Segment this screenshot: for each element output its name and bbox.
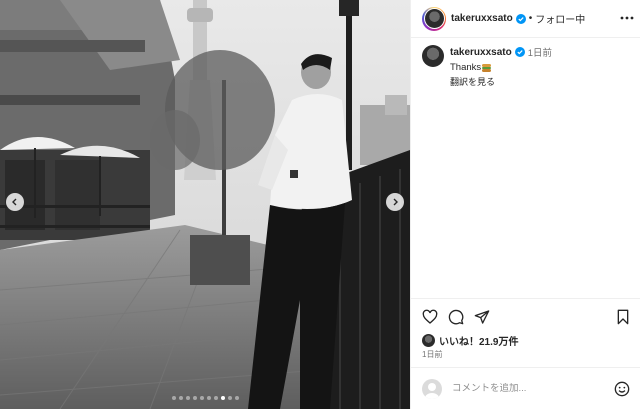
verified-badge-icon <box>515 13 526 24</box>
story-ring[interactable] <box>422 6 446 31</box>
post-header: takeruxxsato • フォロー中 <box>411 0 640 38</box>
caption-block: takeruxxsato 1日前 Thanks 翻訳を見る <box>422 45 552 88</box>
header-separator: • <box>528 13 533 24</box>
burger-emoji-icon <box>482 63 492 72</box>
carousel-dot <box>178 396 183 400</box>
carousel-indicator <box>0 396 410 400</box>
verified-badge-icon <box>514 47 525 57</box>
caption-label: Thanks <box>450 62 482 73</box>
post-photo <box>0 0 410 409</box>
post-panel: takeruxxsato • フォロー中 takeruxxsato 1日前 Th… <box>410 0 640 409</box>
comment-icon[interactable] <box>448 309 464 325</box>
more-icon[interactable] <box>620 11 634 25</box>
caption-text: Thanks <box>450 62 552 73</box>
carousel-dot <box>199 396 204 400</box>
comment-input[interactable] <box>452 383 612 394</box>
post-timestamp[interactable]: 1日前 <box>422 349 442 360</box>
emoji-icon[interactable] <box>614 381 630 397</box>
following-button[interactable]: フォロー中 <box>535 11 585 26</box>
comment-composer <box>411 367 640 409</box>
caption-username[interactable]: takeruxxsato <box>450 47 512 58</box>
likes-label: いいね！21.9万件 <box>439 337 519 348</box>
likes-count[interactable]: いいね！21.9万件 <box>422 333 518 348</box>
avatar[interactable] <box>422 45 444 67</box>
carousel-dot <box>171 396 176 400</box>
bookmark-icon[interactable] <box>616 309 630 325</box>
carousel-dot <box>213 396 218 400</box>
carousel-dot <box>185 396 190 400</box>
carousel-dot <box>206 396 211 400</box>
my-avatar <box>422 378 442 399</box>
see-translation-link[interactable]: 翻訳を見る <box>450 75 552 88</box>
liker-avatar <box>422 334 435 347</box>
heart-icon[interactable] <box>422 309 438 325</box>
chevron-left-icon <box>12 198 17 206</box>
instagram-post: takeruxxsato • フォロー中 takeruxxsato 1日前 Th… <box>0 0 640 409</box>
carousel-dot <box>227 396 232 400</box>
chevron-right-icon <box>393 198 398 206</box>
carousel-dot <box>234 396 239 400</box>
share-icon[interactable] <box>474 309 490 325</box>
carousel-prev-button[interactable] <box>6 193 24 211</box>
carousel-dot <box>220 396 225 400</box>
post-media[interactable] <box>0 0 410 409</box>
avatar <box>424 9 444 28</box>
carousel-dot <box>192 396 197 400</box>
header-username[interactable]: takeruxxsato <box>451 13 513 24</box>
carousel-next-button[interactable] <box>386 193 404 211</box>
caption-time[interactable]: 1日前 <box>528 45 552 59</box>
